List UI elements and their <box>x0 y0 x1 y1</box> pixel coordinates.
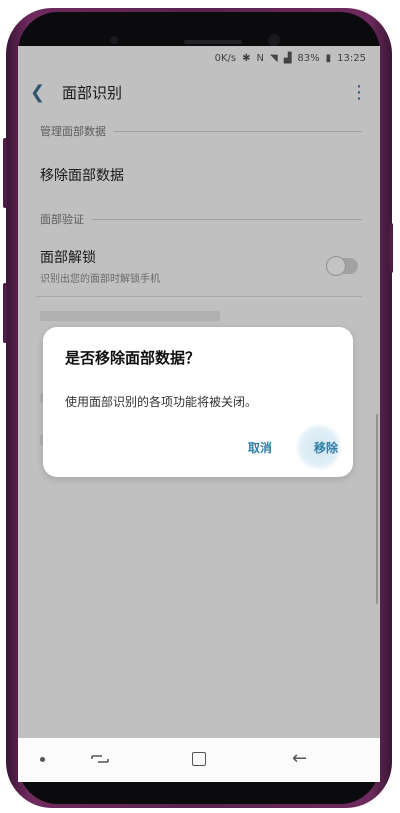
iris-sensor <box>110 36 118 44</box>
phone-screen: 0K/s ✱ N ◥ ▟ 83% ▮ 13:25 ❮ 面部识别 ⋮ 管理面部数据… <box>18 46 380 782</box>
recents-icon[interactable] <box>90 751 110 767</box>
volume-button <box>3 283 7 343</box>
home-icon[interactable] <box>192 752 206 766</box>
nav-dot-icon[interactable] <box>40 757 45 762</box>
earpiece-speaker <box>184 40 242 44</box>
front-camera <box>268 34 280 46</box>
bixby-button <box>389 223 393 273</box>
remove-confirm-dialog: 是否移除面部数据？ 使用面部识别的各项功能将被关闭。 取消 移除 <box>43 327 353 477</box>
remove-button[interactable]: 移除 <box>309 439 343 456</box>
dialog-title: 是否移除面部数据？ <box>65 349 201 367</box>
power-button <box>3 138 7 208</box>
navigation-bar: ← <box>18 738 380 782</box>
dialog-message: 使用面部识别的各项功能将被关闭。 <box>65 395 258 409</box>
back-icon[interactable]: ← <box>292 748 307 769</box>
cancel-button[interactable]: 取消 <box>248 439 272 456</box>
